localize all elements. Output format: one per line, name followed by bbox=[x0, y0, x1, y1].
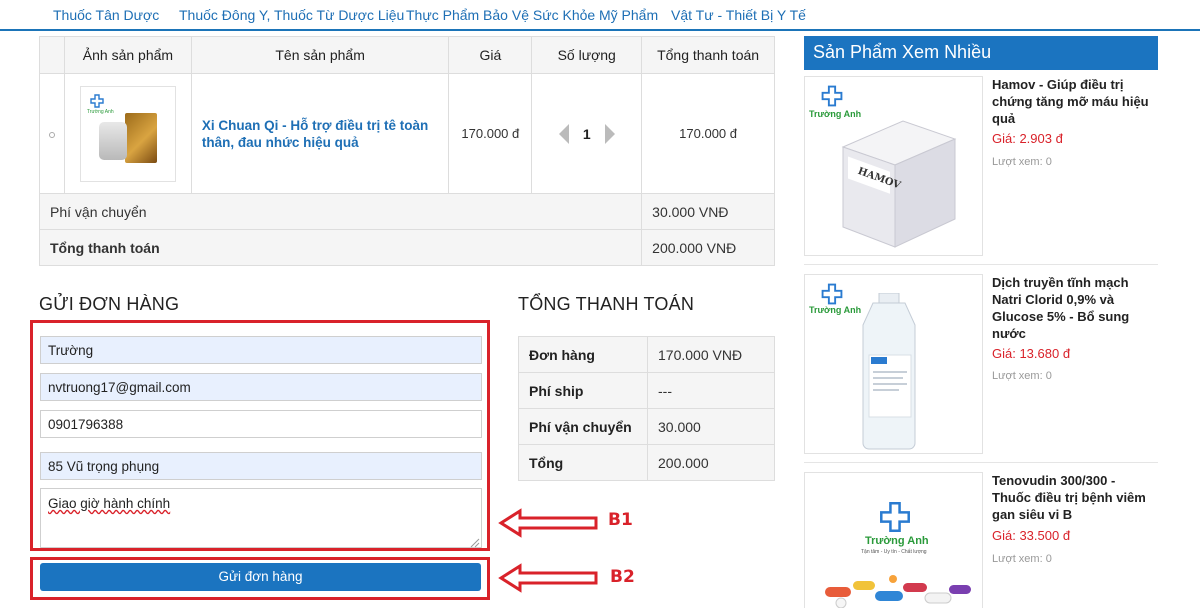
totals-value: 30.000 bbox=[647, 408, 775, 445]
note-text: Giao giờ hành chính bbox=[48, 496, 171, 511]
totals-value: 170.000 VNĐ bbox=[647, 336, 775, 373]
totals-row: Đơn hàng 170.000 VNĐ bbox=[518, 336, 775, 373]
sidebar-product-item[interactable]: Trường Anh Dịch truyền tĩnh mạch Natri C… bbox=[804, 274, 1158, 454]
totals-label: Phí ship bbox=[518, 372, 648, 409]
cart-header-total: Tổng thanh toán bbox=[641, 36, 775, 74]
product-jar-image bbox=[98, 121, 127, 160]
cart-table: Ảnh sản phẩm Tên sản phẩm Giá Số lượng T… bbox=[38, 36, 775, 266]
order-form-title: GỬI ĐƠN HÀNG bbox=[39, 294, 180, 314]
shipping-value: 30.000 VNĐ bbox=[641, 193, 775, 230]
nav-item-dong-y[interactable]: Thuốc Đông Y, Thuốc Từ Dược Liệu bbox=[179, 7, 404, 23]
quantity-cell: 1 bbox=[531, 73, 643, 194]
totals-title: TỔNG THANH TOÁN bbox=[518, 294, 695, 314]
submit-order-button[interactable]: Gửi đơn hàng bbox=[40, 563, 481, 591]
sidebar-product-title[interactable]: Tenovudin 300/300 - Thuốc điều trị bệnh … bbox=[992, 472, 1152, 523]
totals-value: 200.000 bbox=[647, 444, 775, 481]
nav-item-tan-duoc[interactable]: Thuốc Tân Dược bbox=[53, 7, 159, 23]
totals-table: Đơn hàng 170.000 VNĐ Phí ship --- Phí vận … bbox=[518, 336, 775, 481]
sidebar-product-title[interactable]: Dịch truyền tĩnh mạch Natri Clorid 0,9% … bbox=[992, 274, 1152, 342]
cart-header-image: Ảnh sản phẩm bbox=[63, 36, 192, 74]
sidebar-product-item[interactable]: Trường Anh HAMOV Hamov - Giúp điều trị c… bbox=[804, 76, 1158, 256]
sidebar-product-views: Lượt xem: 0 bbox=[992, 156, 1052, 168]
cart-image-cell: Trường Anh bbox=[63, 73, 192, 194]
shipping-label: Phí vận chuyển bbox=[38, 193, 643, 230]
quantity-value: 1 bbox=[582, 125, 591, 142]
cart-header-row: Ảnh sản phẩm Tên sản phẩm Giá Số lượng T… bbox=[39, 36, 775, 74]
sidebar-product-views: Lượt xem: 0 bbox=[992, 370, 1052, 382]
name-input[interactable]: Trường bbox=[40, 336, 482, 364]
cart-header-price: Giá bbox=[448, 36, 533, 74]
sidebar-product-image[interactable]: Trường Anh bbox=[804, 274, 983, 454]
sidebar-product-image[interactable]: Trường Anh HAMOV bbox=[804, 76, 983, 256]
nav-item-my-pham[interactable]: Mỹ Phẩm bbox=[599, 7, 658, 23]
product-total: 170.000 đ bbox=[641, 73, 775, 194]
grand-total-row: Tổng thanh toán 200.000 VNĐ bbox=[38, 229, 775, 266]
brand-tagline: Tận tâm - Uy tín - Chất lượng bbox=[861, 549, 927, 555]
totals-row: Phí vận chuyển 30.000 bbox=[518, 408, 775, 445]
totals-value: --- bbox=[647, 372, 775, 409]
grand-total-label: Tổng thanh toán bbox=[38, 229, 643, 266]
product-thumbnail[interactable]: Trường Anh bbox=[79, 85, 176, 182]
top-navigation: Thuốc Tân Dược Thuốc Đông Y, Thuốc Từ Dư… bbox=[0, 0, 1200, 31]
note-textarea[interactable]: Giao giờ hành chính bbox=[40, 488, 482, 548]
sidebar-title: Sản Phẩm Xem Nhiều bbox=[804, 36, 1158, 70]
product-name-link[interactable]: Xi Chuan Qi - Hỗ trợ điều trị tê toàn th… bbox=[190, 73, 450, 194]
phone-input[interactable]: 0901796388 bbox=[40, 410, 482, 438]
nav-item-vat-tu[interactable]: Vật Tư - Thiết Bị Y Tế bbox=[671, 7, 806, 23]
nav-item-thuc-pham[interactable]: Thực Phẩm Bảo Vệ Sức Khỏe bbox=[406, 7, 595, 23]
cart-header-select bbox=[39, 36, 65, 74]
arrow-left-icon-b1 bbox=[498, 508, 598, 538]
pharmacy-cross-icon bbox=[821, 85, 843, 107]
sidebar-product-item[interactable]: Trường Anh Tận tâm - Uy tín - Chất lượng… bbox=[804, 472, 1158, 608]
sidebar-divider bbox=[804, 264, 1158, 265]
annotation-label-b1: B1 bbox=[608, 510, 633, 530]
grand-total-value: 200.000 VNĐ bbox=[641, 229, 775, 266]
sidebar-product-price: Giá: 13.680 đ bbox=[992, 346, 1071, 361]
pharmacy-cross-icon bbox=[880, 502, 910, 532]
brand-logo-text: Trường Anh bbox=[865, 535, 929, 547]
remove-item-radio[interactable] bbox=[48, 132, 55, 138]
product-price: 170.000 đ bbox=[448, 73, 533, 194]
arrow-left-icon-b2 bbox=[498, 563, 598, 593]
pharmacy-cross-icon bbox=[821, 283, 843, 305]
pharmacy-cross-icon bbox=[90, 93, 104, 108]
decrease-quantity-icon[interactable] bbox=[558, 123, 569, 144]
totals-label: Phí vận chuyển bbox=[518, 408, 648, 445]
thumbnail-brand: Trường Anh bbox=[86, 108, 114, 115]
cart-product-row: Trường Anh Xi Chuan Qi - Hỗ trợ điều trị… bbox=[39, 73, 775, 194]
address-input[interactable]: 85 Vũ trọng phụng bbox=[40, 452, 482, 480]
totals-row: Tổng 200.000 bbox=[518, 444, 775, 481]
sidebar-product-image[interactable]: Trường Anh Tận tâm - Uy tín - Chất lượng bbox=[804, 472, 983, 608]
sidebar-product-price: Giá: 2.903 đ bbox=[992, 131, 1063, 146]
iv-bottle-image bbox=[862, 293, 916, 450]
resize-handle-icon[interactable] bbox=[468, 536, 480, 548]
pills-image bbox=[825, 575, 971, 608]
sidebar-product-price: Giá: 33.500 đ bbox=[992, 528, 1071, 543]
sidebar-divider bbox=[804, 462, 1158, 463]
sidebar-product-views: Lượt xem: 0 bbox=[992, 553, 1052, 565]
totals-label: Đơn hàng bbox=[518, 336, 648, 373]
annotation-label-b2: B2 bbox=[610, 567, 635, 587]
sidebar-product-title[interactable]: Hamov - Giúp điều trị chứng tăng mỡ máu … bbox=[992, 76, 1152, 127]
email-input[interactable]: nvtruong17@gmail.com bbox=[40, 373, 482, 401]
hamov-box-image: HAMOV bbox=[841, 120, 957, 248]
totals-label: Tổng bbox=[518, 444, 648, 481]
shipping-row: Phí vận chuyển 30.000 VNĐ bbox=[38, 193, 775, 230]
cart-header-quantity: Số lượng bbox=[531, 36, 643, 74]
cart-header-name: Tên sản phẩm bbox=[190, 36, 450, 74]
quantity-stepper: 1 bbox=[532, 123, 641, 144]
totals-row: Phí ship --- bbox=[518, 372, 775, 409]
product-box-image bbox=[124, 112, 157, 163]
increase-quantity-icon[interactable] bbox=[604, 123, 615, 144]
cart-select-cell bbox=[39, 73, 65, 194]
